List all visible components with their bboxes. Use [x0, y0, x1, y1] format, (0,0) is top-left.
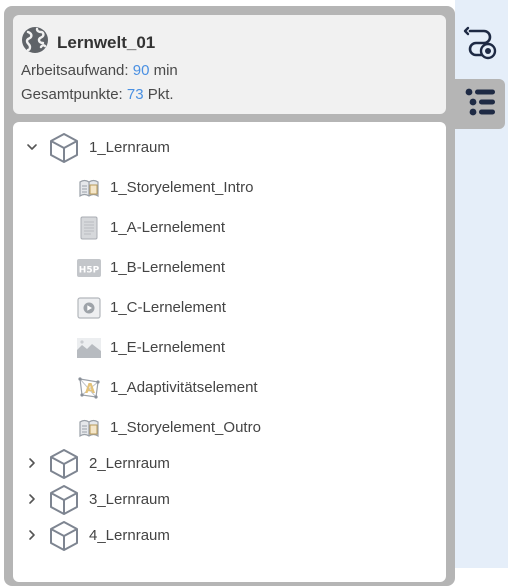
learning-path-button[interactable]	[455, 19, 505, 69]
tree-room-2[interactable]: 2_Lernraum	[13, 448, 446, 480]
room-label: 4_Lernraum	[89, 527, 170, 544]
tree-room-3[interactable]: 3_Lernraum	[13, 484, 446, 516]
tree-room-4[interactable]: 4_Lernraum	[13, 520, 446, 552]
element-label: 1_A-Lernelement	[110, 219, 226, 236]
element-label: 1_B-Lernelement	[110, 259, 226, 276]
chevron-right-icon[interactable]	[25, 492, 39, 506]
element-label: 1_C-Lernelement	[110, 299, 226, 316]
points-line: Gesamtpunkte: 73 Pkt.	[21, 86, 174, 103]
room-label: 2_Lernraum	[89, 455, 170, 472]
element-label: 1_E-Lernelement	[110, 339, 226, 356]
room-label: 3_Lernraum	[89, 491, 170, 508]
element-label: 1_Adaptivitätselement	[110, 379, 258, 396]
tree-element[interactable]: 1_A-Lernelement	[13, 212, 446, 244]
list-icon	[463, 87, 497, 122]
effort-line: Arbeitsaufwand: 90 min	[21, 62, 178, 79]
image-icon	[77, 336, 101, 360]
chevron-down-icon[interactable]	[25, 140, 39, 154]
tree-element[interactable]: 1_C-Lernelement	[13, 292, 446, 324]
cube-icon	[48, 520, 80, 557]
room-label: 1_Lernraum	[89, 139, 170, 156]
points-value: 73	[126, 86, 144, 103]
svg-text:H5P: H5P	[79, 266, 100, 276]
effort-value: 90	[132, 62, 150, 79]
cube-icon	[48, 484, 80, 521]
element-label: 1_Storyelement_Intro	[110, 179, 254, 196]
cube-icon	[48, 448, 80, 485]
points-label: Gesamtpunkte:	[21, 86, 123, 103]
video-icon	[77, 296, 101, 320]
story-icon	[77, 176, 101, 200]
element-tree: 1_Lernraum 1_Storyelement_Intro 1_A-Lern…	[13, 122, 446, 582]
world-header-card: Lernwelt_01 Arbeitsaufwand: 90 min Gesam…	[13, 15, 446, 114]
text-document-icon	[77, 216, 101, 240]
route-target-icon	[462, 24, 498, 65]
world-title: Lernwelt_01	[57, 32, 156, 52]
tree-element[interactable]: A 1_Adaptivitätselement	[13, 372, 446, 404]
tree-element[interactable]: 1_Storyelement_Outro	[13, 412, 446, 444]
element-list-button[interactable]	[455, 79, 505, 129]
cube-icon	[48, 132, 80, 169]
chevron-right-icon[interactable]	[25, 456, 39, 470]
effort-label: Arbeitsaufwand:	[21, 62, 129, 79]
effort-unit: min	[153, 62, 178, 79]
tree-element[interactable]: 1_Storyelement_Intro	[13, 172, 446, 204]
tree-room-1[interactable]: 1_Lernraum	[13, 132, 446, 164]
story-icon	[77, 416, 101, 440]
svg-text:A: A	[85, 382, 95, 397]
tree-element[interactable]: 1_E-Lernelement	[13, 332, 446, 364]
tree-element[interactable]: H5P 1_B-Lernelement	[13, 252, 446, 284]
chevron-right-icon[interactable]	[25, 528, 39, 542]
globe-icon	[21, 26, 49, 59]
points-unit: Pkt.	[147, 86, 174, 103]
adaptivity-icon: A	[77, 376, 101, 400]
element-label: 1_Storyelement_Outro	[110, 419, 261, 436]
h5p-icon: H5P	[77, 256, 101, 280]
